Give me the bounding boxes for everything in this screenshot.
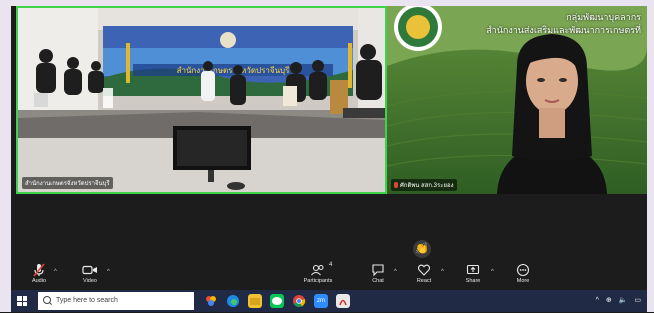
org-line-1: กลุ่มพัฒนาบุคลากร <box>566 12 641 22</box>
participant-name-tag: สำนักงานเกษตรจังหวัดปราจีนบุรี <box>22 177 113 189</box>
zoom-meeting-window: สำนักงานเกษตรจังหวัดปราจีนบุรี สำนักงานเ… <box>11 6 647 290</box>
react-label: React <box>416 278 432 284</box>
screen-frame-right <box>647 0 654 312</box>
meeting-toolbar: Audio ^ Video ^ Participants 4 Chat ^ Re… <box>11 260 647 290</box>
share-options-caret-icon[interactable]: ^ <box>491 269 494 275</box>
muted-microphone-icon <box>33 263 45 277</box>
system-tray: ^ ⊕ 🔈 ▭ <box>596 296 641 304</box>
chrome-browser-icon[interactable] <box>292 294 306 308</box>
search-placeholder: Type here to search <box>56 297 118 304</box>
tray-chevron-icon[interactable]: ^ <box>596 297 599 304</box>
chat-bubble-icon <box>372 264 384 277</box>
more-label: More <box>516 278 530 284</box>
video-label: Video <box>83 278 97 284</box>
participant-name-tag-2: ศักดิพน สสก.3ระยอง <box>391 179 457 191</box>
muted-mic-icon <box>394 182 398 189</box>
participant-name-2: ศักดิพน สสก.3ระยอง <box>400 183 454 189</box>
colorful-app-icon[interactable] <box>204 294 218 308</box>
line-app-icon[interactable] <box>270 294 284 308</box>
more-button[interactable]: More <box>503 263 543 284</box>
react-button[interactable]: React <box>404 263 444 284</box>
file-explorer-icon[interactable] <box>248 294 262 308</box>
clap-reaction-icon: 👏 <box>413 240 431 258</box>
participant-name: สำนักงานเกษตรจังหวัดปราจีนบุรี <box>25 181 110 187</box>
notification-icon[interactable]: ▭ <box>634 297 641 304</box>
participants-label: Participants <box>303 278 333 284</box>
share-button[interactable]: Share <box>453 263 493 284</box>
video-button[interactable]: Video <box>70 263 110 284</box>
video-options-caret-icon[interactable]: ^ <box>107 269 110 275</box>
participants-icon <box>311 264 324 276</box>
edge-browser-icon[interactable] <box>226 294 240 308</box>
org-line-2: สำนักงานส่งเสริมและพัฒนาการเกษตรที่ <box>486 25 641 35</box>
screen-frame-left <box>0 0 11 312</box>
video-tile-conference-room[interactable]: สำนักงานเกษตรจังหวัดปราจีนบุรี สำนักงานเ… <box>16 6 387 194</box>
video-camera-icon <box>82 265 97 275</box>
taskbar-search-input[interactable]: Type here to search <box>38 292 194 310</box>
audio-label: Audio <box>31 278 47 284</box>
chat-options-caret-icon[interactable]: ^ <box>394 269 397 275</box>
chat-label: Chat <box>372 278 384 284</box>
video-tile-participant[interactable]: กลุ่มพัฒนาบุคลากร สำนักงานส่งเสริมและพัฒ… <box>387 6 647 194</box>
network-icon[interactable]: ⊕ <box>606 297 612 304</box>
search-icon <box>43 296 51 304</box>
audio-options-caret-icon[interactable]: ^ <box>54 269 57 275</box>
windows-taskbar: Type here to search zm ^ ⊕ 🔈 ▭ <box>11 290 647 312</box>
more-options-icon <box>516 263 530 277</box>
chat-button[interactable]: Chat <box>358 263 398 284</box>
volume-icon[interactable]: 🔈 <box>619 297 628 304</box>
audio-button[interactable]: Audio <box>19 263 59 284</box>
react-heart-icon <box>417 264 431 276</box>
zoom-app-icon[interactable]: zm <box>314 294 328 308</box>
conference-room-video: สำนักงานเกษตรจังหวัดปราจีนบุรี <box>18 8 385 192</box>
share-label: Share <box>465 278 481 284</box>
react-options-caret-icon[interactable]: ^ <box>441 269 444 275</box>
windows-start-icon[interactable] <box>17 296 27 306</box>
pdf-reader-icon[interactable] <box>336 294 350 308</box>
share-screen-icon <box>466 264 480 275</box>
participants-count: 4 <box>329 262 333 268</box>
